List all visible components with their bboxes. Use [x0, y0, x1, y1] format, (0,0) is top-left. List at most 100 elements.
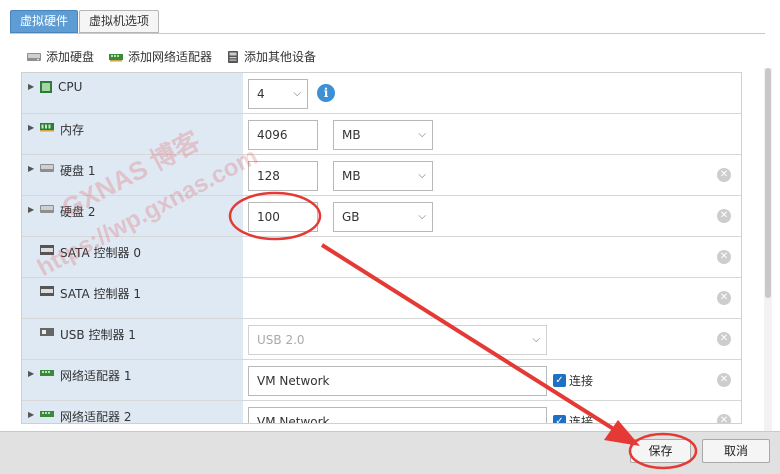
cpu-count-select[interactable]: 4 ⌵ [248, 79, 308, 109]
row-sata-0-label[interactable]: SATA 控制器 0 [22, 237, 243, 277]
row-nic-2-label[interactable]: ▶ 网络适配器 2 [22, 401, 243, 424]
add-other-label: 添加其他设备 [244, 50, 317, 64]
nic-1-connect-checkbox[interactable]: ✓ 连接 [553, 372, 593, 389]
row-memory-label[interactable]: ▶ 内存 [22, 114, 243, 154]
hard-disk-icon [40, 205, 54, 213]
row-usb-1-label[interactable]: USB 控制器 1 [22, 319, 243, 359]
remove-disk-2-icon[interactable]: ✕ [717, 209, 731, 223]
tab-virtual-hardware[interactable]: 虚拟硬件 [10, 10, 79, 33]
cpu-count-value: 4 [257, 87, 265, 101]
network-card-icon [109, 53, 124, 61]
remove-usb-1-icon[interactable]: ✕ [717, 332, 731, 346]
add-other-device-button[interactable]: 添加其他设备 [226, 48, 316, 65]
network-card-icon [40, 370, 54, 376]
disk-1-size-value: 128 [257, 169, 280, 183]
expand-caret-icon[interactable]: ▶ [28, 82, 39, 91]
disk-1-unit-value: MB [342, 169, 361, 183]
tab-vm-options[interactable]: 虚拟机选项 [79, 10, 160, 33]
chevron-down-icon: ⌵ [418, 211, 426, 222]
nic-1-network-select[interactable]: VM Network [248, 366, 547, 396]
row-cpu: ▶ CPU 4 ⌵ i [22, 73, 741, 114]
device-icon [228, 50, 239, 63]
network-card-icon [40, 411, 54, 417]
usb-icon [40, 328, 54, 336]
disk-2-size-input[interactable]: 100 [248, 202, 318, 232]
nic-2-connect-checkbox[interactable]: ✓ 连接 [553, 413, 594, 424]
row-memory: ▶ 内存 4096 MB ⌵ [22, 114, 741, 155]
remove-nic-1-icon[interactable]: ✕ [717, 373, 731, 387]
expand-caret-icon[interactable]: ▶ [28, 205, 39, 214]
cpu-label: CPU [58, 80, 83, 94]
disk-2-unit-value: GB [342, 210, 360, 224]
disk-1-size-input[interactable]: 128 [248, 161, 318, 191]
add-disk-button[interactable]: 添加硬盘 [26, 48, 94, 65]
expand-caret-icon[interactable]: ▶ [28, 369, 39, 378]
disk-1-unit-select[interactable]: MB ⌵ [333, 161, 433, 191]
row-nic-1: ▶ 网络适配器 1 VM Network ✓ 连接 ✕ [22, 360, 741, 401]
row-sata-1-label[interactable]: SATA 控制器 1 [22, 278, 243, 318]
remove-disk-1-icon[interactable]: ✕ [717, 168, 731, 182]
scrollbar-thumb[interactable] [765, 68, 771, 298]
nic-1-label: 网络适配器 1 [60, 369, 132, 383]
save-button[interactable]: 保存 [630, 439, 691, 463]
usb-version-select[interactable]: USB 2.0 ⌵ [248, 325, 547, 355]
expand-caret-icon[interactable]: ▶ [28, 123, 39, 132]
cancel-button[interactable]: 取消 [702, 439, 770, 463]
sata-controller-icon [40, 245, 54, 255]
info-icon[interactable]: i [317, 84, 335, 102]
memory-icon [40, 123, 54, 132]
memory-unit-select[interactable]: MB ⌵ [333, 120, 433, 150]
hard-disk-icon [27, 52, 41, 61]
sata-0-label: SATA 控制器 0 [60, 246, 141, 260]
add-nic-button[interactable]: 添加网络适配器 [108, 48, 212, 65]
vertical-scrollbar[interactable] [764, 68, 772, 436]
memory-size-input[interactable]: 4096 [248, 120, 318, 150]
expand-caret-icon[interactable]: ▶ [28, 164, 39, 173]
chevron-down-icon: ⌵ [418, 170, 426, 181]
checkmark-icon: ✓ [553, 374, 566, 387]
checkmark-icon: ✓ [553, 415, 566, 423]
add-nic-label: 添加网络适配器 [128, 50, 213, 64]
tab-bar: 虚拟硬件 虚拟机选项 [10, 10, 160, 34]
usb-1-label: USB 控制器 1 [60, 328, 136, 342]
usb-version-value: USB 2.0 [257, 333, 305, 347]
row-disk-2: ▶ 硬盘 2 100 GB ⌵ ✕ [22, 196, 741, 237]
remove-sata-1-icon[interactable]: ✕ [717, 291, 731, 305]
row-disk-1-label[interactable]: ▶ 硬盘 1 [22, 155, 243, 195]
memory-size-value: 4096 [257, 128, 288, 142]
sata-1-label: SATA 控制器 1 [60, 287, 141, 301]
hardware-toolbar: 添加硬盘 添加网络适配器 添加其他设备 [26, 48, 316, 65]
remove-nic-2-icon[interactable]: ✕ [717, 414, 731, 423]
row-nic-2: ▶ 网络适配器 2 VM Network ✓ 连接 ✕ [22, 401, 741, 424]
row-sata-1: SATA 控制器 1 ✕ [22, 278, 741, 319]
row-cpu-label[interactable]: ▶ CPU [22, 73, 243, 113]
nic-2-network-select[interactable]: VM Network [248, 407, 547, 424]
nic-2-label: 网络适配器 2 [60, 410, 132, 424]
sata-controller-icon [40, 286, 54, 296]
nic-2-network-value: VM Network [257, 415, 330, 424]
row-disk-2-label[interactable]: ▶ 硬盘 2 [22, 196, 243, 236]
row-disk-1: ▶ 硬盘 1 128 MB ⌵ ✕ [22, 155, 741, 196]
tab-divider [10, 33, 765, 34]
row-nic-1-label[interactable]: ▶ 网络适配器 1 [22, 360, 243, 400]
disk-1-label: 硬盘 1 [60, 164, 96, 178]
disk-2-label: 硬盘 2 [60, 205, 96, 219]
hardware-list: ▶ CPU 4 ⌵ i ▶ 内存 4096 MB ⌵ ▶ 硬盘 1 128 MB… [21, 72, 742, 424]
chevron-down-icon: ⌵ [418, 129, 426, 140]
nic-1-connect-label: 连接 [569, 374, 594, 388]
nic-2-connect-label: 连接 [569, 415, 594, 424]
row-sata-0: SATA 控制器 0 ✕ [22, 237, 741, 278]
memory-unit-value: MB [342, 128, 361, 142]
add-disk-label: 添加硬盘 [46, 50, 95, 64]
row-usb-1: USB 控制器 1 USB 2.0 ⌵ ✕ [22, 319, 741, 360]
disk-2-unit-select[interactable]: GB ⌵ [333, 202, 433, 232]
nic-1-network-value: VM Network [257, 374, 330, 388]
chevron-down-icon: ⌵ [293, 88, 301, 99]
hard-disk-icon [40, 164, 54, 172]
remove-sata-0-icon[interactable]: ✕ [717, 250, 731, 264]
memory-label: 内存 [60, 123, 85, 137]
chevron-down-icon: ⌵ [532, 334, 540, 345]
cpu-icon [40, 81, 52, 93]
disk-2-size-value: 100 [257, 210, 280, 224]
expand-caret-icon[interactable]: ▶ [28, 410, 39, 419]
